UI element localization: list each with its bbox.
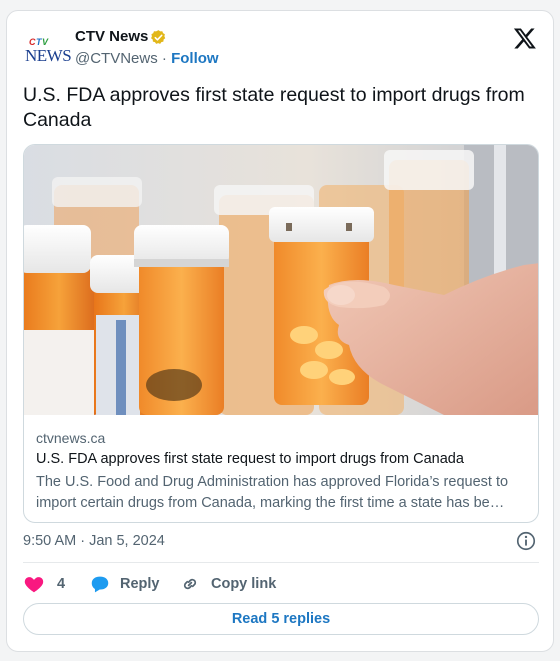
reply-bubble-icon	[91, 576, 109, 593]
ctv-news-logo[interactable]: CTV NEWS	[25, 33, 72, 73]
logo-news-text: NEWS	[25, 46, 72, 65]
link-domain: ctvnews.ca	[36, 430, 106, 446]
verified-badge-icon	[151, 30, 166, 44]
like-button[interactable]: 4	[23, 571, 65, 597]
reply-label: Reply	[120, 576, 160, 592]
link-title: U.S. FDA approves first state request to…	[36, 451, 464, 467]
author-handle-row: @CTVNews · Follow	[75, 50, 219, 67]
divider	[23, 562, 539, 563]
link-description: The U.S. Food and Drug Administration ha…	[36, 474, 509, 511]
author-name[interactable]: CTV News	[75, 28, 148, 45]
tweet-embed-card: CTV NEWS CTV News @CTVNews · Follow U.S.…	[6, 10, 554, 652]
author-handle[interactable]: @CTVNews	[75, 50, 158, 67]
copy-link-label: Copy link	[211, 576, 277, 592]
reply-button[interactable]: Reply	[89, 571, 160, 597]
copy-link-button[interactable]: Copy link	[179, 571, 276, 597]
link-preview-card[interactable]: ctvnews.ca U.S. FDA approves first state…	[23, 144, 539, 523]
follow-button[interactable]: Follow	[171, 50, 219, 67]
info-icon[interactable]	[515, 530, 537, 552]
article-image	[24, 145, 538, 415]
action-bar: 4 Reply Copy link	[23, 571, 539, 597]
handle-separator: ·	[161, 50, 167, 67]
like-count: 4	[57, 576, 66, 592]
heart-icon	[24, 577, 44, 593]
read-replies-button[interactable]: Read 5 replies	[23, 603, 539, 635]
tweet-timestamp[interactable]: 9:50 AM · Jan 5, 2024	[23, 533, 165, 549]
link-icon	[183, 578, 197, 590]
x-logo-icon[interactable]	[513, 26, 537, 50]
tweet-text: U.S. FDA approves first state request to…	[23, 84, 525, 131]
